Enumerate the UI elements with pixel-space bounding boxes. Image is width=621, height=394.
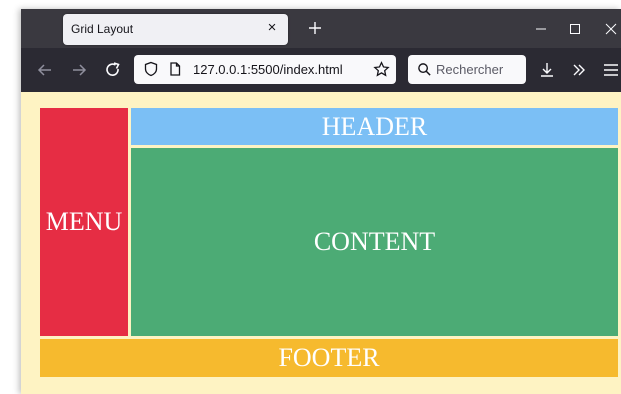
content-region: CONTENT [131,148,618,336]
download-icon[interactable] [537,60,557,80]
minimize-icon[interactable] [531,19,551,39]
search-bar[interactable]: Rechercher [408,55,526,84]
tab-close-icon[interactable]: × [264,20,280,36]
shield-icon[interactable] [143,61,159,77]
navigation-toolbar: 127.0.0.1:5500/index.html Rechercher [21,48,621,92]
new-tab-plus-icon[interactable] [305,18,325,38]
footer-label: FOOTER [278,343,380,372]
reload-icon[interactable] [103,60,123,80]
maximize-icon[interactable] [565,19,585,39]
footer-region: FOOTER [40,339,618,377]
url-text[interactable]: 127.0.0.1:5500/index.html [193,62,343,77]
header-label: HEADER [321,111,428,141]
forward-arrow-icon[interactable] [69,60,89,80]
page-document-icon[interactable] [167,61,183,77]
tab-title: Grid Layout [71,22,134,36]
search-placeholder: Rechercher [436,62,504,77]
menu-label: MENU [45,207,123,236]
search-icon [418,63,431,76]
tab-strip: Grid Layout × [21,9,621,48]
menu-region: MENU [40,108,128,336]
overflow-chevron-icon[interactable] [569,60,589,80]
bookmark-star-icon[interactable] [373,61,390,78]
window-close-icon[interactable] [601,19,621,39]
grid-container: MENU HEADER CONTENT FOOTER [40,108,618,378]
hamburger-menu-icon[interactable] [601,60,621,80]
browser-window: Grid Layout × 127.0.0.1:5500/index.html … [21,9,621,394]
content-label: CONTENT [313,227,436,256]
page-viewport: MENU HEADER CONTENT FOOTER [21,92,621,394]
tab-grid-layout[interactable]: Grid Layout × [63,14,288,45]
back-arrow-icon[interactable] [35,60,55,80]
header-region: HEADER [131,108,618,145]
url-bar[interactable]: 127.0.0.1:5500/index.html [134,55,396,84]
